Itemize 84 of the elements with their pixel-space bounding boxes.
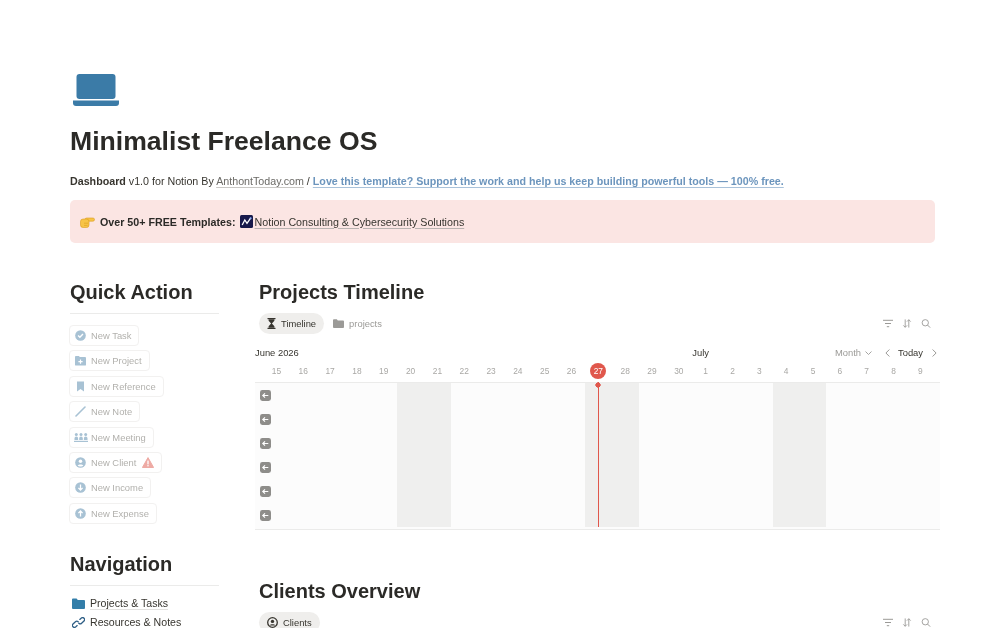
left-arrow-icon[interactable]	[260, 437, 271, 449]
day-number: 24	[513, 365, 523, 378]
day-number: 20	[405, 365, 416, 378]
left-arrow-icon[interactable]	[260, 509, 271, 521]
left-arrow-icon[interactable]	[260, 485, 271, 497]
quick-action-button[interactable]: New Meeting	[69, 426, 154, 448]
day-number: 2	[730, 365, 735, 378]
quick-action-button[interactable]: New Reference	[69, 375, 164, 397]
nav-link[interactable]: Resources & Notes	[72, 615, 219, 628]
range-dropdown[interactable]: Month	[834, 347, 872, 358]
quick-action-button[interactable]: New Note	[69, 401, 141, 423]
page-title: Minimalist Freelance OS	[70, 125, 379, 157]
folder-icon	[333, 319, 345, 328]
check-badge-icon	[75, 330, 86, 341]
section-heading: Clients Overview	[259, 579, 422, 603]
day-number: 9	[917, 365, 923, 378]
author-link[interactable]: AnthontToday.com	[216, 175, 304, 187]
section-heading: Quick Action	[70, 280, 194, 304]
day-number: 15	[271, 365, 282, 378]
quick-action-button[interactable]: New Expense	[69, 502, 157, 524]
day-number: 29	[647, 365, 657, 378]
day-number: 5	[810, 365, 816, 378]
day-number: 28	[620, 365, 630, 378]
day-number: 19	[379, 365, 389, 378]
day-number: 7	[864, 365, 869, 378]
search-icon[interactable]	[921, 319, 931, 328]
logo-tile-icon	[239, 215, 253, 228]
day-number: 6	[837, 365, 843, 378]
folder-icon	[72, 597, 85, 609]
left-arrow-icon[interactable]	[260, 413, 271, 425]
month-label: July	[692, 347, 710, 358]
pencil-icon	[75, 406, 86, 418]
left-arrow-icon[interactable]	[260, 461, 271, 473]
user-circle-icon	[75, 456, 86, 468]
day-number: 4	[783, 365, 789, 378]
view-tab[interactable]: projects	[325, 313, 390, 334]
arrow-down-circle-icon	[75, 482, 86, 494]
day-number: 3	[757, 365, 762, 378]
callout-link[interactable]: Notion Consulting & Cybersecurity Solutions	[254, 215, 465, 228]
day-number: 23	[486, 365, 496, 378]
chevron-left-icon[interactable]	[885, 348, 890, 357]
search-icon[interactable]	[921, 618, 931, 627]
filter-icon[interactable]	[883, 618, 893, 627]
day-number: 22	[459, 365, 469, 378]
today-date-badge: 27	[590, 363, 607, 379]
quick-action-button[interactable]: New Project	[69, 350, 150, 372]
quick-action-button[interactable]: New Income	[69, 477, 152, 499]
nav-link[interactable]: Projects & Tasks	[72, 596, 219, 610]
day-number: 16	[298, 365, 308, 378]
link-icon	[72, 616, 85, 628]
day-number: 17	[325, 365, 335, 378]
sort-icon[interactable]	[902, 319, 912, 328]
sort-icon[interactable]	[902, 618, 912, 627]
quick-action-button[interactable]: New Task	[69, 325, 140, 346]
view-tab[interactable]: Clients	[259, 612, 320, 628]
day-number: 18	[352, 365, 362, 378]
day-number: 21	[432, 365, 443, 378]
day-number: 25	[540, 365, 550, 378]
hourglass-icon	[267, 318, 276, 329]
support-link[interactable]: Love this template? Support the work and help us keep building powerful tools — 100% free.	[312, 175, 784, 187]
left-arrow-icon[interactable]	[260, 389, 271, 401]
section-heading: Projects Timeline	[259, 280, 426, 304]
day-number: 30	[674, 365, 684, 378]
byline-text: /	[306, 175, 310, 187]
people-icon	[74, 432, 88, 443]
month-label: June 2026	[255, 347, 300, 358]
section-heading: Navigation	[70, 551, 174, 576]
day-number: 8	[891, 365, 896, 378]
day-number: 1	[703, 365, 708, 378]
pointing-hand-icon	[80, 215, 95, 228]
folder-plus-icon	[75, 355, 86, 367]
chevron-right-icon[interactable]	[932, 348, 937, 357]
quick-action-button[interactable]: New Client	[69, 451, 163, 473]
user-circle-icon	[267, 617, 278, 628]
caret-icon	[865, 350, 872, 355]
callout-label: Over 50+ FREE Templates:	[100, 215, 236, 228]
today-button[interactable]: Today	[898, 347, 923, 358]
view-tab[interactable]: Timeline	[259, 313, 325, 334]
byline-text: Dashboard v1.0 for Notion By	[70, 175, 214, 187]
laptop-icon	[73, 74, 119, 106]
day-number: 26	[566, 365, 577, 378]
arrow-up-circle-icon	[75, 507, 86, 519]
filter-icon[interactable]	[883, 319, 893, 328]
bookmark-icon	[75, 380, 86, 392]
